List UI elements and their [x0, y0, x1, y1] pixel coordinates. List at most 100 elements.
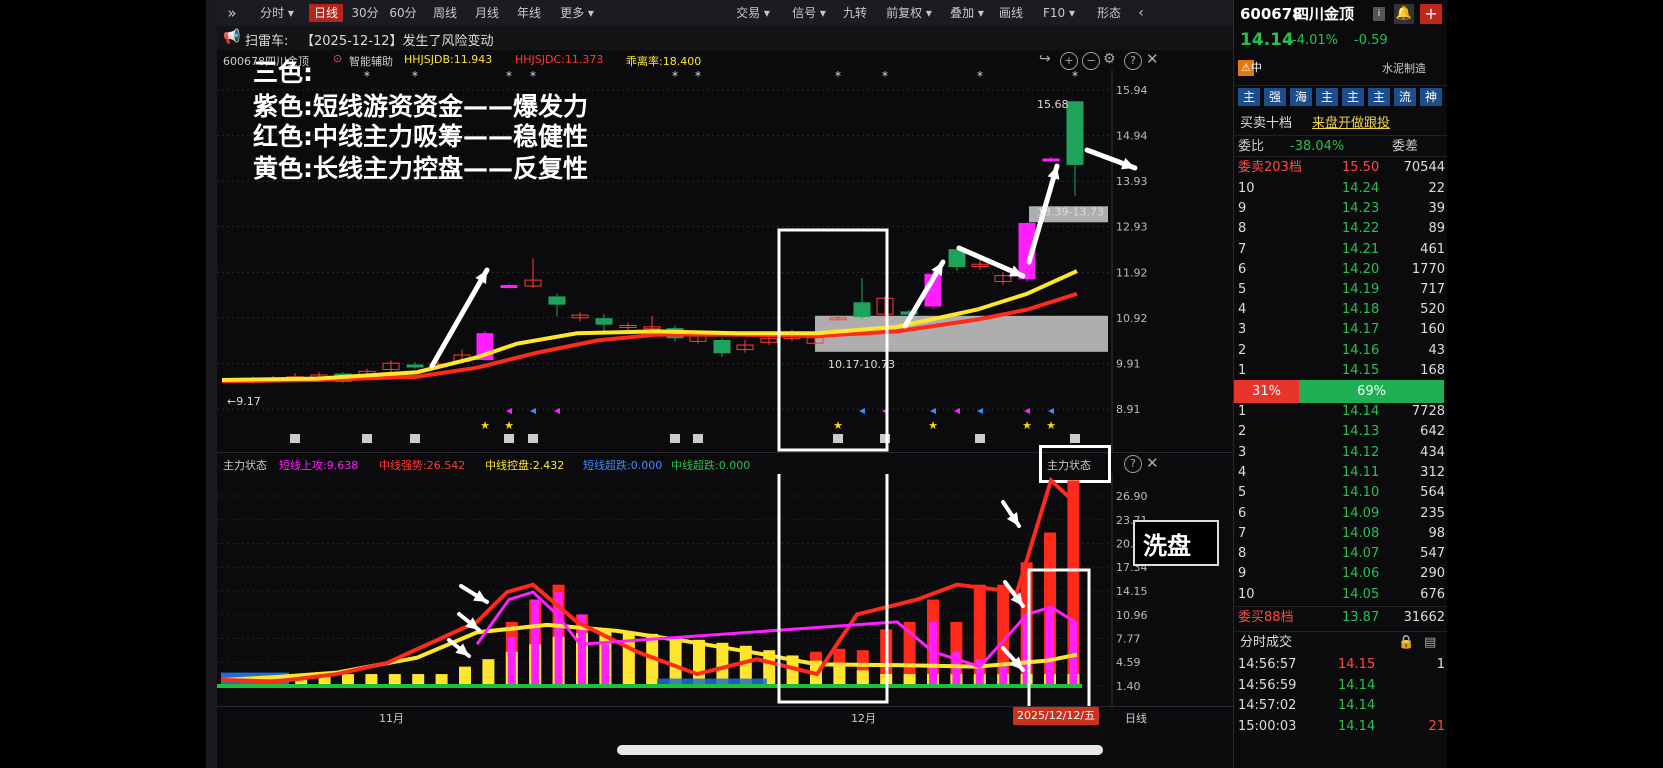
star-icon: ★ — [480, 419, 490, 432]
ask-row[interactable]: 2 14.16 43 — [1234, 340, 1447, 361]
top-asterisk-icon: * — [364, 70, 370, 83]
overlay-menu[interactable]: 叠加 ▾ — [945, 4, 989, 22]
tick-row[interactable]: 15:00:03 14.14 21 — [1234, 716, 1447, 737]
bid-row[interactable]: 7 14.08 98 — [1234, 523, 1447, 544]
table-icon[interactable]: ▤ — [1424, 632, 1436, 653]
bid-row[interactable]: 8 14.07 547 — [1234, 543, 1447, 564]
y-tick-label: 10.96 — [1116, 609, 1148, 622]
info-icon[interactable]: i — [1373, 7, 1385, 21]
close-icon[interactable]: ✕ — [1146, 50, 1159, 68]
tab-daily[interactable]: 日线 — [309, 4, 343, 22]
orderbook-tabs: 买卖十档 来盘开做跟投 — [1234, 113, 1447, 134]
bid-row[interactable]: 4 14.11 312 — [1234, 462, 1447, 483]
risk-badge[interactable]: ⚠ 中 — [1238, 60, 1262, 76]
share-icon[interactable]: ↪ — [1039, 51, 1051, 67]
ask-price: 14.19 — [1342, 282, 1380, 297]
ask-row[interactable]: 3 14.17 160 — [1234, 319, 1447, 340]
ticks-title: 分时成交 — [1240, 635, 1293, 650]
trade-menu[interactable]: 交易 ▾ — [731, 4, 775, 22]
ask-price: 14.18 — [1342, 302, 1380, 318]
nine-turn-button[interactable]: 九转 — [839, 4, 871, 22]
bid-row[interactable]: 3 14.12 434 — [1234, 442, 1447, 463]
tab-more[interactable]: 更多 ▾ — [555, 4, 599, 22]
bid-row[interactable]: 1 14.14 7728 — [1234, 401, 1447, 422]
ask-row[interactable]: 5 14.19 717 — [1234, 279, 1447, 300]
adjust-menu[interactable]: 前复权 ▾ — [881, 4, 937, 22]
tick-volume: 21 — [1428, 718, 1445, 734]
sub-chart-switch-button[interactable]: 主力状态 — [1047, 457, 1091, 473]
bid-row[interactable]: 10 14.05 676 — [1234, 584, 1447, 605]
y-tick-label: 15.94 — [1116, 84, 1148, 97]
sell-header-label: 委卖203档 — [1238, 160, 1302, 175]
help-icon[interactable]: ? — [1124, 455, 1142, 473]
tick-row[interactable]: 14:56:57 14.15 1 — [1234, 654, 1447, 675]
concept-tag[interactable]: 主 — [1316, 88, 1338, 106]
tab-monthly[interactable]: 月线 — [471, 4, 503, 22]
ask-row[interactable]: 9 14.23 39 — [1234, 198, 1447, 219]
bell-icon[interactable]: 🔔 — [1394, 4, 1414, 24]
chevron-down-icon[interactable]: ⊙ — [333, 52, 342, 65]
bid-row[interactable]: 2 14.13 642 — [1234, 421, 1447, 442]
ask-level: 10 — [1238, 181, 1255, 196]
draw-button[interactable]: 画线 — [995, 4, 1027, 22]
concept-tag[interactable]: 海 — [1290, 88, 1312, 106]
ask-row[interactable]: 10 14.24 22 — [1234, 178, 1447, 199]
concept-tag[interactable]: 主 — [1238, 88, 1260, 106]
ask-row[interactable]: 7 14.21 461 — [1234, 239, 1447, 260]
lock-icon[interactable]: 🔒 — [1398, 632, 1414, 653]
tab-60min[interactable]: 60分 — [387, 4, 419, 22]
pattern-button[interactable]: 形态 — [1091, 4, 1127, 22]
ask-row[interactable]: 1 14.15 168 — [1234, 360, 1447, 381]
bid-row[interactable]: 9 14.06 290 — [1234, 563, 1447, 584]
help-icon[interactable]: ? — [1124, 52, 1142, 70]
bid-level: 7 — [1238, 525, 1247, 541]
double-chevron-right-icon[interactable]: » — [221, 4, 243, 22]
signal-menu[interactable]: 信号 ▾ — [787, 4, 831, 22]
minus-icon[interactable]: − — [1082, 52, 1100, 70]
concept-tag[interactable]: 神 — [1420, 88, 1442, 106]
tab-30min[interactable]: 30分 — [349, 4, 381, 22]
ask-row[interactable]: 6 14.20 1770 — [1234, 259, 1447, 280]
plus-icon[interactable]: + — [1060, 52, 1078, 70]
tab-timeshare[interactable]: 分时 ▾ — [249, 4, 305, 22]
ask-level: 8 — [1238, 221, 1247, 237]
tab-weekly[interactable]: 周线 — [429, 4, 461, 22]
risk-level: 中 — [1250, 61, 1262, 74]
smart-assist-label[interactable]: 智能辅助 — [349, 53, 393, 69]
tick-row[interactable]: 14:57:02 14.14 — [1234, 695, 1447, 716]
tab-yearly[interactable]: 年线 — [513, 4, 545, 22]
concept-tag[interactable]: 流 — [1394, 88, 1416, 106]
tag-row: 主强海主主主流神 — [1234, 85, 1447, 108]
tab-follow[interactable]: 来盘开做跟投 — [1312, 113, 1390, 134]
concept-tag[interactable]: 主 — [1342, 88, 1364, 106]
indicator-hhjsjdc: HHJSJDC:11.373 — [515, 53, 604, 66]
scroll-handle[interactable] — [617, 745, 1103, 755]
y-tick-label: 11.92 — [1116, 266, 1148, 279]
magenta-bar — [507, 636, 516, 686]
bid-row[interactable]: 5 14.10 564 — [1234, 482, 1447, 503]
add-watch-icon[interactable]: + — [1420, 4, 1442, 24]
tab-orderbook[interactable]: 买卖十档 — [1240, 113, 1292, 134]
close-icon[interactable]: ✕ — [1146, 454, 1159, 472]
tab-label: 分时 — [260, 6, 285, 20]
box-icon — [693, 434, 703, 443]
concept-tag[interactable]: 主 — [1368, 88, 1390, 106]
gear-icon[interactable]: ⚙ — [1103, 51, 1116, 67]
top-asterisk-icon: * — [695, 70, 701, 83]
ask-level: 1 — [1238, 362, 1247, 378]
concept-tag[interactable]: 强 — [1264, 88, 1286, 106]
tick-price: 14.14 — [1338, 698, 1376, 713]
f10-menu[interactable]: F10 ▾ — [1037, 4, 1081, 22]
ask-row[interactable]: 4 14.18 520 — [1234, 299, 1447, 320]
chevron-left-icon[interactable]: ‹ — [1131, 4, 1151, 22]
indicator-hhjsjdb: HHJSJDB:11.943 — [404, 53, 493, 66]
ask-row[interactable]: 8 14.22 89 — [1234, 218, 1447, 239]
ask-volume: 89 — [1428, 221, 1445, 237]
y-tick-label: 9.91 — [1116, 358, 1141, 371]
bid-row[interactable]: 6 14.09 235 — [1234, 503, 1447, 524]
buy-header-row: 委买88档 13.87 31662 — [1234, 606, 1447, 628]
sector-label[interactable]: 水泥制造 — [1382, 58, 1426, 79]
tick-row[interactable]: 14:56:59 14.14 — [1234, 675, 1447, 696]
candle-body — [406, 364, 424, 368]
ask-volume: 168 — [1420, 362, 1445, 378]
